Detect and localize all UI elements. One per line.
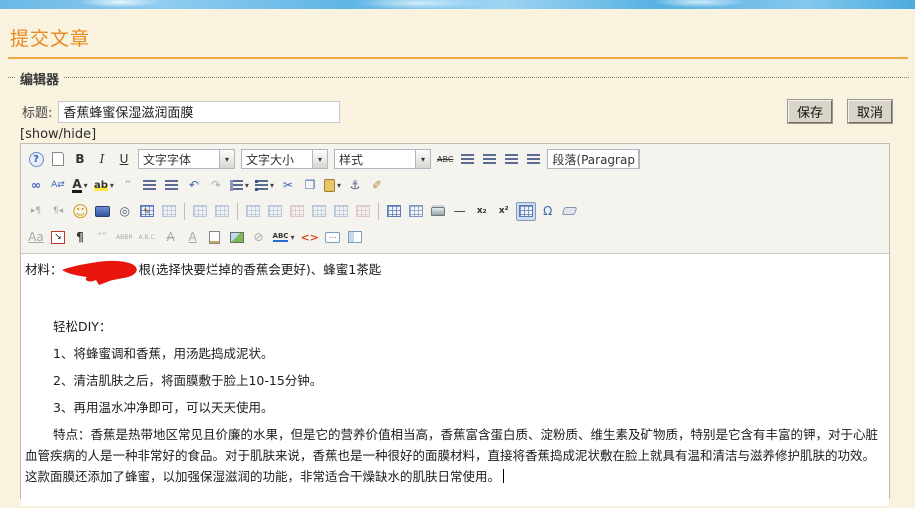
insert-row-below-icon [265, 202, 285, 221]
page-title: 提交文章 [10, 28, 91, 50]
fieldset-legend: 编辑器 [16, 69, 64, 88]
print-icon[interactable] [428, 202, 448, 221]
font-size-select[interactable]: 文字大小 ▾ [241, 149, 328, 169]
text-cursor [503, 469, 505, 483]
toolbar-separator [377, 202, 379, 220]
source-code-icon[interactable]: <> [298, 228, 320, 247]
show-hide-toggle[interactable]: [show/hide] [20, 127, 96, 142]
italic-icon[interactable]: I [92, 150, 112, 169]
undo-icon[interactable]: ↶ [184, 176, 204, 195]
horizontal-rule-icon[interactable]: — [450, 202, 470, 221]
anchor-icon[interactable]: ⚓ [345, 176, 365, 195]
insert-row-above-icon [243, 202, 263, 221]
red-scribble [61, 260, 137, 285]
font-family-select[interactable]: 文字字体 ▾ [138, 149, 235, 169]
cell-props-icon [212, 202, 232, 221]
numbered-list-icon[interactable]: ▾ [228, 176, 251, 195]
content-paragraph: 轻松DIY： [53, 319, 112, 334]
superscript-icon[interactable]: x² [494, 202, 514, 221]
row-props-icon [190, 202, 210, 221]
media-icon[interactable] [93, 202, 113, 221]
paste-icon[interactable]: ▾ [322, 176, 343, 195]
preview-icon[interactable]: ◎ [115, 202, 135, 221]
outdent-icon[interactable] [162, 176, 182, 195]
font-props-icon: Aa [26, 228, 46, 247]
toolbar-separator [183, 202, 185, 220]
remove-format-icon[interactable] [560, 202, 580, 221]
rtl-direction-icon: ¶◂ [48, 202, 68, 221]
ltr-direction-icon: ▸¶ [26, 202, 46, 221]
spellcheck-icon[interactable]: ABC ▾ [271, 228, 297, 247]
align-center-icon[interactable] [479, 150, 499, 169]
delete-col-icon [353, 202, 373, 221]
paragraph-format-select-arrow[interactable]: ▾ [637, 150, 640, 168]
insert-col-right-icon [331, 202, 351, 221]
show-blocks-icon[interactable]: ¶ [70, 228, 90, 247]
blockquote-icon: “ [118, 176, 138, 195]
template-icon[interactable] [345, 228, 365, 247]
ins-text-icon: A [183, 228, 203, 247]
insert-table-icon[interactable]: ✎ [137, 202, 157, 221]
special-char-icon[interactable]: Ω [538, 202, 558, 221]
align-left-icon[interactable] [457, 150, 477, 169]
text-color-icon[interactable]: A ▾ [70, 176, 90, 195]
editor-fieldset-border: 编辑器 [8, 69, 909, 88]
toolbar-separator [236, 202, 238, 220]
underline-icon[interactable]: U [114, 150, 134, 169]
image-manager-icon[interactable] [227, 228, 247, 247]
insert-col-left-icon [309, 202, 329, 221]
unlink-icon: ⊘ [249, 228, 269, 247]
content-step-2: 2、清洁肌肤之后，将面膜敷于脸上10-15分钟。 [53, 373, 323, 388]
copy-icon[interactable]: ❐ [300, 176, 320, 195]
bold-icon[interactable]: B [70, 150, 90, 169]
delete-row-icon [287, 202, 307, 221]
rich-text-editor: ?BIU文字字体▾文字大小▾样式▾ABC段落(Paragrap▾ ∞A⇄A▾ab… [20, 143, 890, 506]
table-icon[interactable] [384, 202, 404, 221]
editor-toolbar: ?BIU文字字体▾文字大小▾样式▾ABC段落(Paragrap▾ ∞A⇄A▾ab… [21, 144, 889, 254]
find-replace-icon[interactable]: A⇄ [48, 176, 68, 195]
new-document-icon[interactable] [48, 150, 68, 169]
save-button[interactable]: 保存 [788, 100, 832, 123]
visual-aid-icon[interactable] [515, 201, 536, 221]
acronym-icon: A.B.C. [137, 228, 159, 247]
bullet-list-icon[interactable]: ▾ [253, 176, 276, 195]
emoticons-icon[interactable]: ☺ [70, 202, 91, 221]
content-line-materials: 材料： 根(选择快要烂掉的香蕉会更好)、蜂蜜1茶匙 [25, 259, 885, 285]
paragraph-format-select[interactable]: 段落(Paragrap▾ [547, 149, 641, 169]
title-input[interactable] [58, 100, 341, 123]
insert-image-icon[interactable]: ↘ [48, 228, 68, 247]
style-select[interactable]: 样式 ▾ [334, 149, 431, 169]
top-sky-banner [0, 0, 915, 9]
strikethrough-icon[interactable]: ABC [435, 150, 455, 169]
content-step-3: 3、再用温水冲净即可，可以天天使用。 [53, 400, 274, 415]
help-icon[interactable]: ? [26, 150, 46, 169]
cut-icon[interactable]: ✂ [278, 176, 298, 195]
quotes-icon: “” [92, 228, 112, 247]
font-size-select-arrow[interactable]: ▾ [312, 150, 327, 168]
abbr-icon: ABBR [114, 228, 135, 247]
nonbreaking-icon[interactable]: ⋯ [323, 228, 343, 247]
title-label: 标题: [22, 106, 53, 121]
subscript-icon[interactable]: x₂ [472, 202, 492, 221]
align-right-icon[interactable] [501, 150, 521, 169]
attributes-icon[interactable] [205, 228, 225, 247]
cancel-button[interactable]: 取消 [848, 100, 892, 123]
align-justify-icon[interactable] [523, 150, 543, 169]
style-select-arrow[interactable]: ▾ [415, 150, 430, 168]
font-family-select-arrow[interactable]: ▾ [219, 150, 234, 168]
del-text-icon: A [161, 228, 181, 247]
content-step-1: 1、将蜂蜜调和香蕉，用汤匙捣成泥状。 [53, 346, 274, 361]
table-props-icon [159, 202, 179, 221]
indent-icon[interactable] [140, 176, 160, 195]
merge-cells-icon[interactable] [406, 202, 426, 221]
orange-divider [8, 57, 908, 59]
redo-icon: ↷ [206, 176, 226, 195]
highlight-color-icon[interactable]: ab ▾ [92, 176, 116, 195]
find-icon[interactable]: ∞ [26, 176, 46, 195]
content-features: 特点：香蕉是热带地区常见且价廉的水果，但是它的营养价值相当高，香蕉富含蛋白质、淀… [25, 427, 879, 484]
editor-content[interactable]: 材料： 根(选择快要烂掉的香蕉会更好)、蜂蜜1茶匙 轻松DIY： 1、将蜂蜜调和香… [21, 254, 889, 506]
cleanup-brush-icon[interactable]: ✐ [367, 176, 387, 195]
